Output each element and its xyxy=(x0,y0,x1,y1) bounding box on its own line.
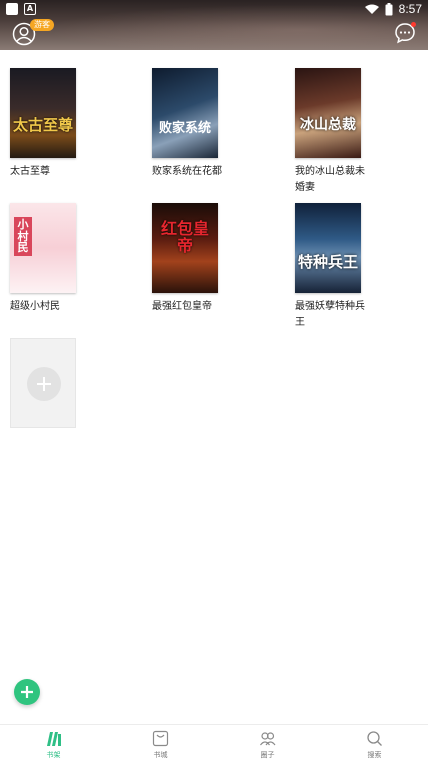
nav-tab-community[interactable]: 圈子 xyxy=(214,725,321,762)
book-cover[interactable]: 特种兵王 xyxy=(295,203,361,293)
battery-icon xyxy=(385,2,393,15)
community-icon xyxy=(260,732,276,746)
search-icon xyxy=(367,731,382,746)
book-item[interactable]: 红包皇帝 最强红包皇帝 xyxy=(152,203,218,315)
bookshelf-icon xyxy=(47,732,61,746)
nav-label: 圈子 xyxy=(260,751,275,759)
wifi-icon xyxy=(364,4,379,14)
book-item[interactable]: 败家系统 败家系统在花都 xyxy=(152,68,222,180)
book-cover[interactable]: 太古至尊 xyxy=(10,68,76,158)
bookstore-icon xyxy=(152,730,169,747)
cover-text: 红包皇帝 xyxy=(160,219,209,255)
book-item[interactable]: 太古至尊 太古至尊 xyxy=(10,68,76,180)
nav-tab-bookstore[interactable]: 书城 xyxy=(107,725,214,762)
add-floating-button[interactable] xyxy=(14,679,40,705)
book-title: 最强红包皇帝 xyxy=(152,301,212,312)
add-book-tile[interactable] xyxy=(10,338,76,428)
nav-tab-bookshelf[interactable]: 书架 xyxy=(0,725,107,762)
book-cover[interactable]: 红包皇帝 xyxy=(152,203,218,293)
book-title: 超级小村民 xyxy=(10,301,60,312)
book-item[interactable]: 小村民 超级小村民 xyxy=(10,203,76,315)
nav-label: 书城 xyxy=(153,751,168,759)
status-bar: A 8:57 xyxy=(0,0,428,18)
plus-icon xyxy=(21,686,33,698)
bottom-navigation: 书架 书城 圈子 搜索 xyxy=(0,724,428,762)
nav-tab-search[interactable]: 搜索 xyxy=(321,725,428,762)
app-notification-icon: A xyxy=(24,3,36,15)
book-title: 我的冰山总裁未婚妻 xyxy=(295,166,365,193)
book-cover[interactable]: 冰山总裁 xyxy=(295,68,361,158)
cover-text: 小村民 xyxy=(14,217,32,256)
book-title: 败家系统在花都 xyxy=(152,166,222,177)
guest-badge: 游客 xyxy=(30,19,54,31)
unread-dot xyxy=(411,22,416,27)
status-time: 8:57 xyxy=(398,2,422,16)
nav-label: 搜索 xyxy=(367,751,382,759)
plus-icon xyxy=(37,377,51,391)
book-item[interactable]: 特种兵王 最强妖孽特种兵王 xyxy=(295,203,365,331)
book-cover[interactable]: 小村民 xyxy=(10,203,76,293)
notification-icon xyxy=(6,3,18,15)
cover-text: 特种兵王 xyxy=(297,253,358,271)
book-title: 最强妖孽特种兵王 xyxy=(295,301,365,328)
cover-text: 太古至尊 xyxy=(12,116,73,134)
book-item[interactable]: 冰山总裁 我的冰山总裁未婚妻 xyxy=(295,68,365,196)
book-cover[interactable]: 败家系统 xyxy=(152,68,218,158)
cover-text: 冰山总裁 xyxy=(300,117,356,133)
nav-label: 书架 xyxy=(46,751,61,759)
book-title: 太古至尊 xyxy=(10,166,50,177)
cover-text: 败家系统 xyxy=(158,121,211,136)
